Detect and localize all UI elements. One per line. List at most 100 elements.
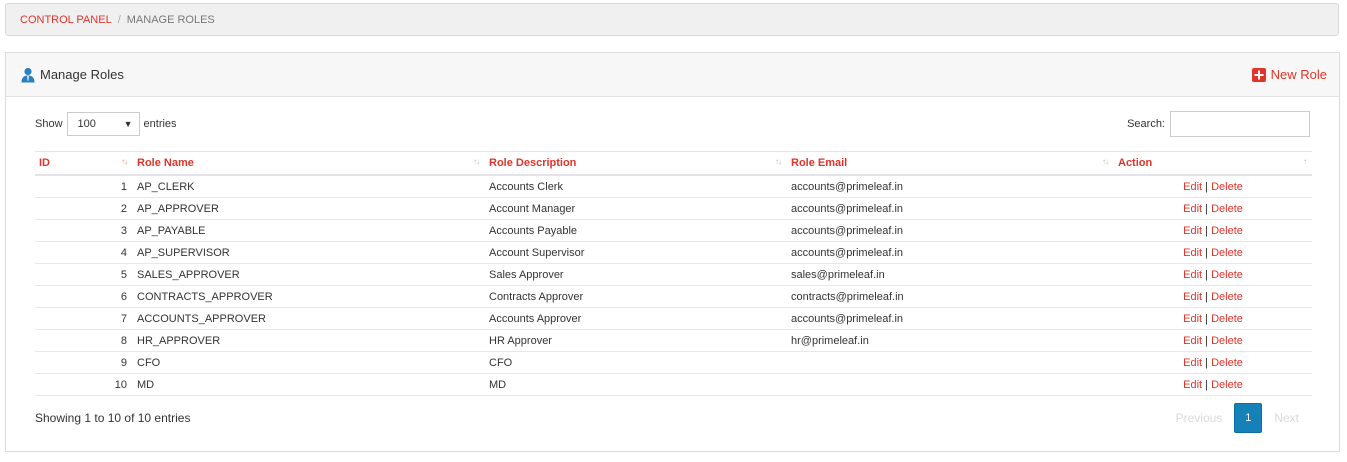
role-name-cell: MD — [133, 373, 485, 396]
page-length-control: Show 100 ▼ entries — [35, 112, 177, 136]
role-email-cell: hr@primeleaf.in — [787, 329, 1114, 352]
role-name-cell: AP_CLERK — [133, 175, 485, 198]
role-name-cell: AP_PAYABLE — [133, 219, 485, 242]
table-row: 3 AP_PAYABLE Accounts Payable accounts@prim… — [35, 219, 1312, 242]
role-name-cell: AP_APPROVER — [133, 197, 485, 220]
edit-link[interactable]: Edit — [1183, 291, 1202, 303]
breadcrumb-current: MANAGE ROLES — [126, 13, 215, 26]
user-icon — [20, 67, 36, 83]
column-header-action: Action ↑ — [1114, 151, 1312, 176]
column-header-id[interactable]: ID ↑↓ — [35, 151, 133, 176]
edit-link[interactable]: Edit — [1183, 269, 1202, 281]
edit-link[interactable]: Edit — [1183, 247, 1202, 259]
table-row: 10 MD MD Edit | Delete — [35, 373, 1312, 396]
sort-icon: ↑ — [1303, 157, 1307, 166]
role-id-cell: 5 — [35, 263, 133, 286]
role-id-cell: 1 — [35, 175, 133, 198]
role-action-cell: Edit | Delete — [1114, 285, 1312, 308]
roles-table: ID ↑↓ Role Name ↑↓ Role Description ↑↓ R… — [35, 151, 1312, 396]
role-name-cell: ACCOUNTS_APPROVER — [133, 307, 485, 330]
action-separator: | — [1205, 334, 1209, 347]
plus-square-icon — [1251, 67, 1266, 82]
sort-icon: ↑↓ — [1102, 157, 1109, 166]
table-row: 9 CFO CFO Edit | Delete — [35, 351, 1312, 374]
role-action-cell: Edit | Delete — [1114, 219, 1312, 242]
table-controls: Show 100 ▼ entries Search: — [35, 111, 1310, 137]
table-row: 5 SALES_APPROVER Sales Approver sales@prime… — [35, 263, 1312, 286]
edit-link[interactable]: Edit — [1183, 313, 1202, 325]
role-email-cell: accounts@primeleaf.in — [787, 307, 1114, 330]
chevron-down-icon: ▼ — [123, 119, 133, 129]
manage-roles-panel: Manage Roles New Role Show 100 ▼ entries… — [5, 52, 1340, 452]
column-header-role-name[interactable]: Role Name ↑↓ — [133, 151, 485, 176]
entries-label: entries — [143, 118, 177, 130]
delete-link[interactable]: Delete — [1211, 291, 1243, 303]
delete-link[interactable]: Delete — [1211, 225, 1243, 237]
delete-link[interactable]: Delete — [1211, 181, 1243, 193]
column-header-role-description[interactable]: Role Description ↑↓ — [485, 151, 787, 176]
table-info: Showing 1 to 10 of 10 entries — [35, 411, 191, 425]
delete-link[interactable]: Delete — [1211, 203, 1243, 215]
role-description-cell: Sales Approver — [485, 263, 787, 286]
role-description-cell: Accounts Approver — [485, 307, 787, 330]
role-email-cell: accounts@primeleaf.in — [787, 197, 1114, 220]
role-name-cell: SALES_APPROVER — [133, 263, 485, 286]
delete-link[interactable]: Delete — [1211, 313, 1243, 325]
action-separator: | — [1205, 268, 1209, 281]
edit-link[interactable]: Edit — [1183, 181, 1202, 193]
new-role-label: New Role — [1270, 67, 1327, 82]
breadcrumb: CONTROL PANEL / MANAGE ROLES — [5, 3, 1339, 36]
action-separator: | — [1205, 312, 1209, 325]
action-separator: | — [1205, 202, 1209, 215]
role-name-cell: AP_SUPERVISOR — [133, 241, 485, 264]
next-page-button[interactable]: Next — [1262, 411, 1311, 425]
role-description-cell: Contracts Approver — [485, 285, 787, 308]
role-email-cell: accounts@primeleaf.in — [787, 241, 1114, 264]
edit-link[interactable]: Edit — [1183, 379, 1202, 391]
edit-link[interactable]: Edit — [1183, 203, 1202, 215]
breadcrumb-control-panel-link[interactable]: CONTROL PANEL — [20, 14, 112, 26]
edit-link[interactable]: Edit — [1183, 225, 1202, 237]
page-1-button[interactable]: 1 — [1234, 403, 1263, 433]
role-id-cell: 8 — [35, 329, 133, 352]
edit-link[interactable]: Edit — [1183, 357, 1202, 369]
role-id-cell: 2 — [35, 197, 133, 220]
role-action-cell: Edit | Delete — [1114, 175, 1312, 198]
edit-link[interactable]: Edit — [1183, 335, 1202, 347]
action-separator: | — [1205, 378, 1209, 391]
page-size-value: 100 — [77, 118, 96, 130]
role-action-cell: Edit | Delete — [1114, 263, 1312, 286]
role-description-cell: Accounts Payable — [485, 219, 787, 242]
role-description-cell: Account Supervisor — [485, 241, 787, 264]
role-id-cell: 10 — [35, 373, 133, 396]
new-role-button[interactable]: New Role — [1251, 67, 1327, 82]
table-header-row: ID ↑↓ Role Name ↑↓ Role Description ↑↓ R… — [35, 151, 1312, 176]
role-action-cell: Edit | Delete — [1114, 307, 1312, 330]
role-action-cell: Edit | Delete — [1114, 197, 1312, 220]
action-separator: | — [1205, 356, 1209, 369]
delete-link[interactable]: Delete — [1211, 335, 1243, 347]
delete-link[interactable]: Delete — [1211, 247, 1243, 259]
search-input[interactable] — [1170, 111, 1310, 137]
role-description-cell: HR Approver — [485, 329, 787, 352]
delete-link[interactable]: Delete — [1211, 379, 1243, 391]
previous-page-button[interactable]: Previous — [1164, 411, 1235, 425]
role-action-cell: Edit | Delete — [1114, 241, 1312, 264]
sort-icon: ↑↓ — [775, 157, 782, 166]
role-email-cell: accounts@primeleaf.in — [787, 175, 1114, 198]
sort-icon: ↑↓ — [473, 157, 480, 166]
role-email-cell — [787, 373, 1114, 396]
page-size-select[interactable]: 100 ▼ — [66, 112, 140, 136]
role-id-cell: 9 — [35, 351, 133, 374]
delete-link[interactable]: Delete — [1211, 357, 1243, 369]
column-header-role-email[interactable]: Role Email ↑↓ — [787, 151, 1114, 176]
role-description-cell: MD — [485, 373, 787, 396]
breadcrumb-separator: / — [117, 13, 121, 26]
role-description-cell: Accounts Clerk — [485, 175, 787, 198]
table-row: 8 HR_APPROVER HR Approver hr@primeleaf.in Ed… — [35, 329, 1312, 352]
action-separator: | — [1205, 224, 1209, 237]
panel-heading: Manage Roles New Role — [6, 53, 1339, 97]
show-label: Show — [35, 118, 63, 130]
delete-link[interactable]: Delete — [1211, 269, 1243, 281]
table-row: 4 AP_SUPERVISOR Account Supervisor accounts… — [35, 241, 1312, 264]
